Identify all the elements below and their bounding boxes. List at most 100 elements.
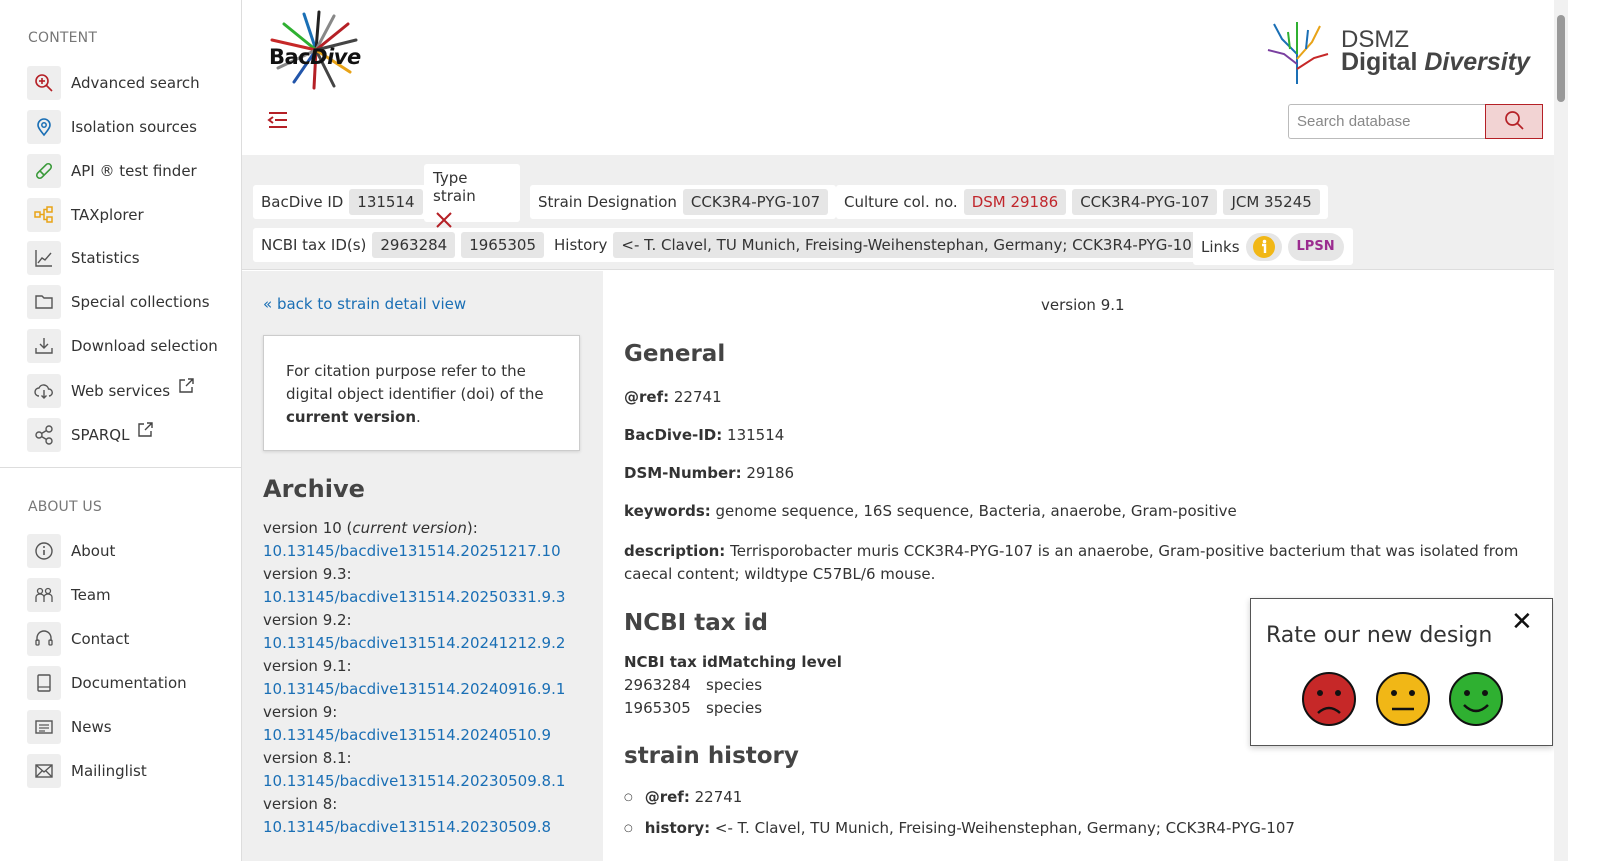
culture-number: CCK3R4-PYG-107 xyxy=(1072,189,1218,215)
dsmz-logo[interactable]: DSMZ Digital Diversity xyxy=(1262,14,1542,86)
sidebar-item-api-test-finder[interactable]: API ® test finder xyxy=(27,154,227,188)
sidebar-item-download-selection[interactable]: Download selection xyxy=(27,329,227,363)
external-link-icon xyxy=(137,421,154,442)
sidebar-item-label: Download selection xyxy=(71,337,218,355)
rating-title: Rate our new design xyxy=(1266,623,1493,648)
archive-heading: Archive xyxy=(263,475,365,503)
table-header: NCBI tax idMatching level xyxy=(624,653,842,671)
info-link-icon[interactable] xyxy=(1245,232,1282,261)
history-label: History xyxy=(554,236,608,254)
sidebar-item-label: Documentation xyxy=(71,674,187,692)
sidebar-item-label: Web services xyxy=(71,382,171,400)
tree-icon xyxy=(27,198,61,232)
external-link-icon xyxy=(178,377,195,398)
list-item: version 8: 10.13145/bacdive131514.202305… xyxy=(263,793,593,839)
book-icon xyxy=(27,666,61,700)
strain-designation-value: CCK3R4-PYG-107 xyxy=(682,189,829,215)
doi-link[interactable]: 10.13145/bacdive131514.20240916.9.1 xyxy=(263,678,593,701)
sidebar-item-label: Mailinglist xyxy=(71,762,147,780)
sidebar-item-label: News xyxy=(71,718,112,736)
sidebar-item-documentation[interactable]: Documentation xyxy=(27,666,227,700)
sidebar-item-label: SPARQL xyxy=(71,426,130,444)
window-edge xyxy=(1568,0,1600,861)
back-to-strain-link[interactable]: « back to strain detail view xyxy=(263,295,466,313)
list-item: history: <- T. Clavel, TU Munich, Freisi… xyxy=(624,814,1295,845)
share-icon xyxy=(27,418,61,452)
chart-icon xyxy=(27,241,61,275)
content-heading: CONTENT xyxy=(28,30,98,46)
info-icon xyxy=(27,534,61,568)
general-heading: General xyxy=(624,341,726,367)
headset-icon xyxy=(27,622,61,656)
sidebar-item-mailinglist[interactable]: Mailinglist xyxy=(27,754,227,788)
happy-face-icon[interactable] xyxy=(1448,671,1504,727)
dsmz-tree-icon xyxy=(1267,22,1329,84)
list-item: version 9.2: 10.13145/bacdive131514.2024… xyxy=(263,609,593,655)
ncbi-label: NCBI tax ID(s) xyxy=(261,236,367,254)
dsmz-subtitle: Digital Diversity xyxy=(1341,48,1530,76)
search-input[interactable] xyxy=(1288,104,1486,139)
strain-history-list: @ref: 22741 history: <- T. Clavel, TU Mu… xyxy=(624,783,1295,845)
cloud-icon xyxy=(27,374,61,408)
neutral-face-icon[interactable] xyxy=(1375,671,1431,727)
mail-icon xyxy=(27,754,61,788)
links-chip: Links LPSN xyxy=(1193,228,1353,265)
sidebar-item-isolation-sources[interactable]: Isolation sources xyxy=(27,110,227,144)
sidebar-item-taxplorer[interactable]: TAXplorer xyxy=(27,198,227,232)
strain-designation-label: Strain Designation xyxy=(538,193,677,211)
doi-link[interactable]: 10.13145/bacdive131514.20251217.10 xyxy=(263,540,593,563)
main-content: version 9.1 General @ref: 22741 BacDive-… xyxy=(603,271,1554,861)
doi-link[interactable]: 10.13145/bacdive131514.20250331.9.3 xyxy=(263,586,593,609)
scrollbar-thumb[interactable] xyxy=(1557,15,1565,102)
doi-link[interactable]: 10.13145/bacdive131514.20240510.9 xyxy=(263,724,593,747)
sidebar-item-team[interactable]: Team xyxy=(27,578,227,612)
culture-number: JCM 35245 xyxy=(1223,189,1320,215)
sidebar-item-label: Special collections xyxy=(71,293,210,311)
culture-number-link[interactable]: DSM 29186 xyxy=(963,189,1067,215)
list-item: @ref: 22741 xyxy=(624,783,1295,814)
sidebar-item-about[interactable]: About xyxy=(27,534,227,568)
sidebar-item-statistics[interactable]: Statistics xyxy=(27,241,227,275)
sidebar-item-label: About xyxy=(71,542,116,560)
sidebar-item-news[interactable]: News xyxy=(27,710,227,744)
links-label: Links xyxy=(1201,237,1240,256)
lpsn-link[interactable]: LPSN xyxy=(1287,232,1344,261)
table-row: 2963284 species xyxy=(624,676,763,694)
sidebar-item-web-services[interactable]: Web services xyxy=(27,374,227,408)
list-item: version 10 (current version): 10.13145/b… xyxy=(263,517,593,563)
search-button[interactable] xyxy=(1485,104,1543,139)
search-plus-icon xyxy=(27,66,61,100)
doi-link[interactable]: 10.13145/bacdive131514.20230509.8 xyxy=(263,816,593,839)
sidebar-item-label: API ® test finder xyxy=(71,162,197,180)
menu-collapse-icon[interactable] xyxy=(266,108,290,132)
strain-infobar: BacDive ID 131514 Type strain Strain Des… xyxy=(242,155,1554,270)
type-strain-box: Type strain xyxy=(424,164,520,228)
header: BacDive DSMZ Digital Diversity xyxy=(242,0,1554,155)
ncbi-id[interactable]: 1965305 xyxy=(461,232,545,258)
sidebar: CONTENT Advanced search Isolation source… xyxy=(0,0,242,861)
team-icon xyxy=(27,578,61,612)
type-strain-label: Type strain xyxy=(433,169,476,205)
vertical-scrollbar[interactable] xyxy=(1554,0,1568,861)
ref-field: @ref: 22741 xyxy=(624,388,722,406)
rating-popup: Rate our new design ✕ xyxy=(1250,598,1553,746)
sad-face-icon[interactable] xyxy=(1301,671,1357,727)
sidebar-item-sparql[interactable]: SPARQL xyxy=(27,418,227,452)
table-row: 1965305 species xyxy=(624,699,763,717)
bacdive-id-field: BacDive-ID: 131514 xyxy=(624,426,785,444)
sidebar-item-contact[interactable]: Contact xyxy=(27,622,227,656)
location-pin-icon xyxy=(27,110,61,144)
close-icon[interactable]: ✕ xyxy=(1511,607,1533,637)
left-panel: « back to strain detail view For citatio… xyxy=(242,271,603,861)
sidebar-item-special-collections[interactable]: Special collections xyxy=(27,285,227,319)
search-icon xyxy=(1504,110,1524,134)
history-value: <- T. Clavel, TU Munich, Freising-Weihen… xyxy=(613,232,1210,258)
sidebar-item-advanced-search[interactable]: Advanced search xyxy=(27,66,227,100)
bacdive-id-chip: BacDive ID 131514 xyxy=(253,185,431,219)
ncbi-id[interactable]: 2963284 xyxy=(372,232,456,258)
keywords-field: keywords: genome sequence, 16S sequence,… xyxy=(624,502,1237,520)
sidebar-item-label: Advanced search xyxy=(71,74,200,92)
archive-list: version 10 (current version): 10.13145/b… xyxy=(263,517,593,839)
doi-link[interactable]: 10.13145/bacdive131514.20230509.8.1 xyxy=(263,770,593,793)
doi-link[interactable]: 10.13145/bacdive131514.20241212.9.2 xyxy=(263,632,593,655)
